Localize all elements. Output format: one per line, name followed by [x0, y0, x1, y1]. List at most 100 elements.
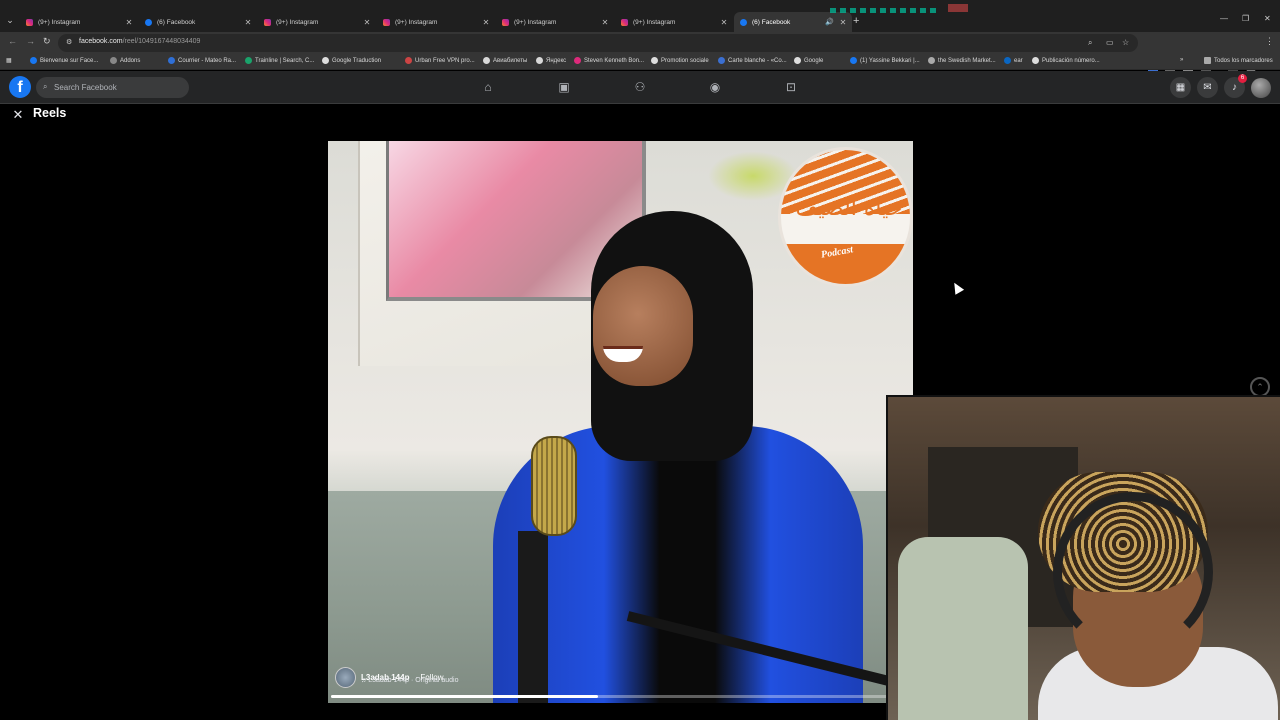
browser-tab[interactable]: (6) Facebook ✕ [139, 12, 257, 32]
bookmark-item[interactable]: (1) Yassine Bekkari |... [850, 57, 920, 64]
bookmark-label: Яндекс [546, 57, 567, 64]
groups-icon[interactable]: ◉ [707, 80, 723, 94]
bookmark-label: the Swedish Market... [938, 57, 996, 64]
bookmark-item[interactable]: Publicación número... [1032, 57, 1100, 64]
browser-tab[interactable]: (9+) Instagram ✕ [20, 12, 138, 32]
bookmark-item[interactable]: Авиабилеты [483, 57, 527, 64]
tab-title: (9+) Instagram [395, 18, 438, 26]
reel-video[interactable]: حياة الضيف Podcast [328, 141, 913, 703]
instagram-icon [502, 18, 509, 26]
tab-title: (9+) Instagram [514, 18, 557, 26]
bookmark-favicon-icon [850, 57, 857, 64]
tab-search-chevron-icon[interactable]: ⌄ [4, 14, 16, 26]
gaming-icon[interactable]: ⊡ [783, 80, 799, 94]
original-audio-label[interactable]: ♫ L3adab 144p · Original audio [361, 677, 459, 684]
bookmark-label: Steven Kenneth Bon... [584, 57, 645, 64]
bookmark-favicon-icon [110, 57, 117, 64]
page-title: Reels [33, 106, 67, 120]
bookmark-favicon-icon [1032, 57, 1039, 64]
tab-close-icon[interactable]: ✕ [719, 18, 729, 27]
bookmark-item[interactable]: Courrier - Mateo Ra... [168, 57, 236, 64]
bookmark-item[interactable]: the Swedish Market... [928, 57, 996, 64]
browser-tab[interactable]: (9+) Instagram ✕ [496, 12, 614, 32]
tab-title: (9+) Instagram [38, 18, 81, 26]
new-tab-button[interactable]: + [853, 15, 859, 27]
browser-tab[interactable]: (9+) Instagram ✕ [615, 12, 733, 32]
restore-icon[interactable]: ❐ [1242, 14, 1249, 23]
minimize-icon[interactable]: — [1220, 14, 1228, 23]
webcam-overlay [886, 395, 1280, 720]
mouse-cursor [949, 280, 965, 295]
instagram-icon [621, 18, 628, 26]
bookmark-item[interactable]: Google Traduction [322, 57, 381, 64]
bookmark-label: Bienvenue sur Face... [40, 57, 99, 64]
tab-close-icon[interactable]: ✕ [600, 18, 610, 27]
bookmark-favicon-icon [928, 57, 935, 64]
zoom-icon[interactable]: ⌕ [1088, 38, 1092, 48]
close-icon[interactable]: ✕ [11, 108, 25, 122]
tab-close-icon[interactable]: ✕ [838, 18, 848, 27]
video-progress-bar[interactable] [331, 695, 911, 698]
bookmark-item[interactable]: Bienvenue sur Face... [30, 57, 98, 64]
bookmark-item[interactable]: Urban Free VPN pro... [405, 57, 475, 64]
close-window-icon[interactable]: ✕ [1264, 14, 1271, 23]
cast-icon[interactable]: ▭ [1106, 38, 1114, 47]
bookmark-item[interactable]: Trainline | Search, C... [245, 57, 314, 64]
instagram-icon [26, 18, 33, 26]
facebook-logo[interactable]: f [9, 76, 31, 98]
bookmark-label: (1) Yassine Bekkari |... [860, 57, 920, 64]
tab-close-icon[interactable]: ✕ [243, 18, 253, 27]
url-text: facebook.com/reel/1049167448034409 [79, 38, 201, 45]
forward-icon[interactable]: → [26, 36, 35, 46]
browser-tab[interactable]: (9+) Instagram ✕ [258, 12, 376, 32]
back-icon[interactable]: ← [8, 36, 17, 46]
webcam-chair [898, 537, 1028, 720]
bookmark-item[interactable]: Carte blanche - «Co... [718, 57, 787, 64]
reload-icon[interactable]: ↻ [43, 36, 51, 47]
bookmark-favicon-icon [405, 57, 412, 64]
video-progress-fill [331, 695, 598, 698]
bookmark-favicon-icon [483, 57, 490, 64]
author-avatar[interactable] [335, 666, 356, 688]
bookmark-item[interactable]: ear [1004, 57, 1023, 64]
tab-title: (6) Facebook [752, 18, 791, 26]
address-field[interactable]: ⚙ facebook.com/reel/1049167448034409 ⌕ ▭… [58, 34, 1138, 52]
previous-reel-icon[interactable]: ⌃ [1250, 377, 1270, 397]
bookmark-star-icon[interactable]: ☆ [1122, 38, 1129, 47]
menu-grid-icon[interactable]: ▦ [1170, 77, 1191, 98]
browser-menu-icon[interactable]: ⋮ [1265, 36, 1274, 47]
facebook-icon [145, 18, 152, 26]
apps-grid-icon[interactable]: ▦ [6, 57, 12, 64]
reels-icon[interactable]: ▣ [556, 80, 572, 94]
site-info-icon[interactable]: ⚙ [66, 38, 72, 46]
bookmark-item[interactable]: Google [794, 57, 823, 64]
bookmark-label: Carte blanche - «Co... [728, 57, 787, 64]
bookmark-favicon-icon [1004, 57, 1011, 64]
bookmark-label: Publicación número... [1042, 57, 1100, 64]
tab-close-icon[interactable]: ✕ [481, 18, 491, 27]
bookmark-item[interactable]: Promotion sociale [651, 57, 709, 64]
more-bookmarks-chevron-icon[interactable]: » [1180, 57, 1183, 63]
bookmark-label: Addons [120, 57, 141, 64]
bookmark-item[interactable]: Addons [110, 57, 140, 64]
friends-icon[interactable]: ⚇ [632, 80, 648, 94]
account-avatar[interactable] [1251, 78, 1271, 98]
tab-close-icon[interactable]: ✕ [362, 18, 372, 27]
speaker-face [593, 266, 693, 386]
bookmark-favicon-icon [718, 57, 725, 64]
home-icon[interactable]: ⌂ [480, 80, 496, 94]
bookmark-item[interactable]: Яндекс [536, 57, 566, 64]
bookmark-label: Google [804, 57, 824, 64]
search-input[interactable] [54, 80, 184, 95]
search-box[interactable]: ⌕ [36, 77, 189, 98]
bookmark-item[interactable]: Steven Kenneth Bon... [574, 57, 644, 64]
facebook-icon [740, 18, 747, 26]
tab-close-icon[interactable]: ✕ [124, 18, 134, 27]
all-bookmarks-folder[interactable]: Todos los marcadores [1204, 57, 1273, 64]
messenger-icon[interactable]: ✉ [1197, 77, 1218, 98]
browser-tab[interactable]: (6) Facebook 🔊 ✕ [734, 12, 852, 32]
tab-audio-icon[interactable]: 🔊 [825, 18, 834, 26]
background-decoration [830, 8, 940, 13]
browser-tab[interactable]: (9+) Instagram ✕ [377, 12, 495, 32]
bookmark-label: Авиабилеты [493, 57, 528, 64]
